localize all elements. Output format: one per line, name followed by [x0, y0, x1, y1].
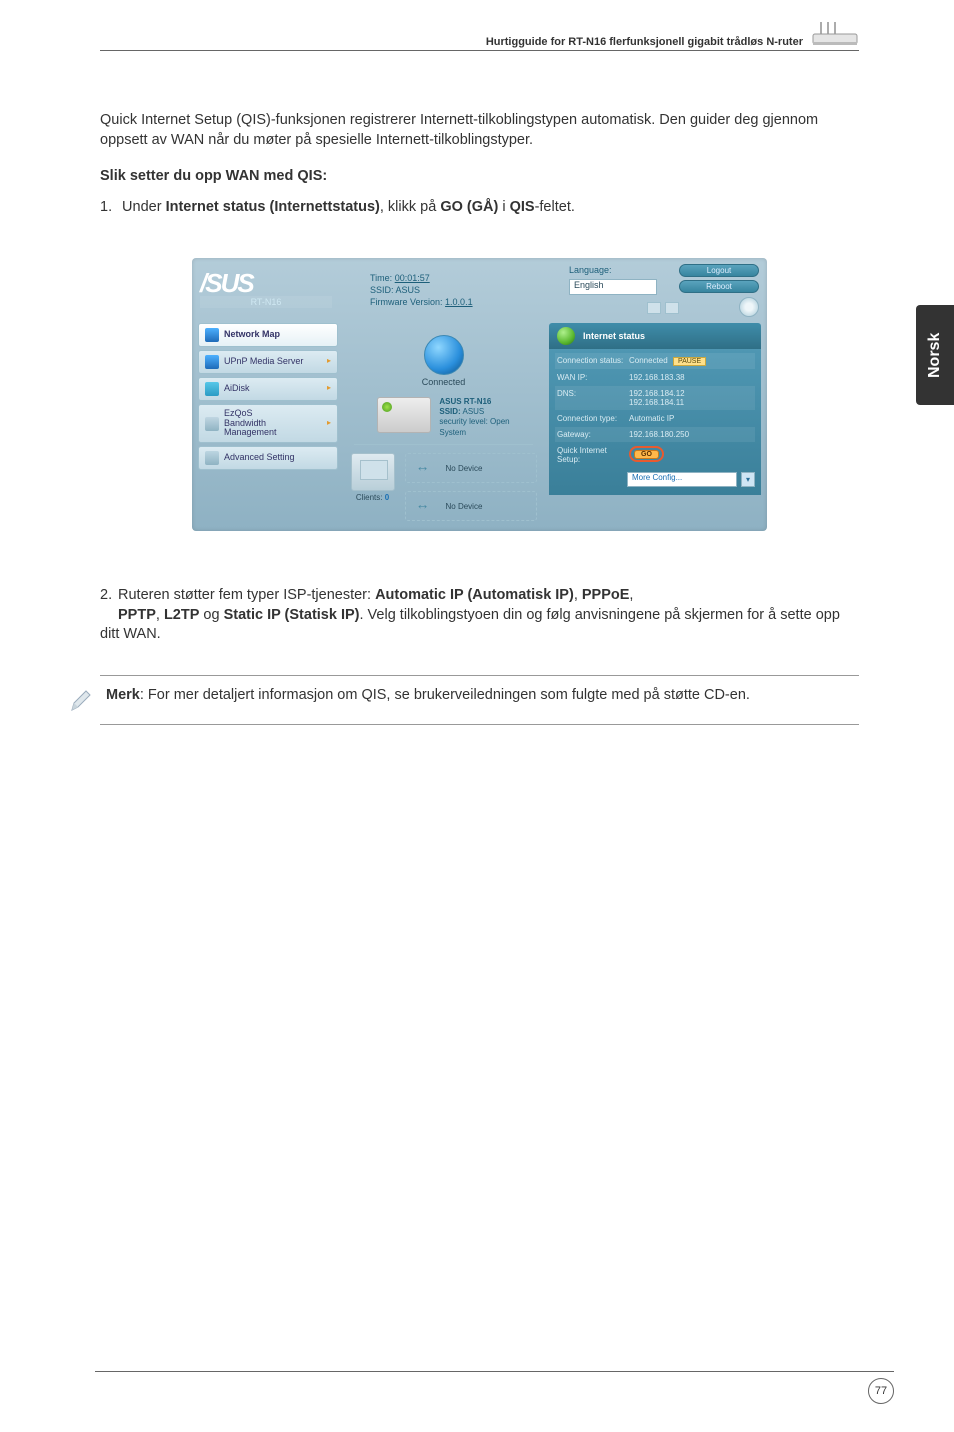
page-footer: 77 — [95, 1371, 894, 1404]
router-icon — [811, 20, 859, 48]
intro-paragraph: Quick Internet Setup (QIS)-funksjonen re… — [100, 111, 859, 150]
bandwidth-icon — [205, 417, 219, 431]
globe-icon — [739, 297, 759, 317]
sidebar-item-label: UPnP Media Server — [224, 357, 303, 367]
router-image-icon — [377, 397, 431, 433]
status-globe-icon — [557, 327, 575, 345]
logo-block: /SUS RT-N16 — [200, 273, 360, 308]
weather-icons — [647, 302, 679, 314]
more-config-select[interactable]: More Config... — [627, 472, 737, 487]
router-spec: ASUS RT-N16 SSID: ASUS security level: O… — [439, 397, 509, 439]
center-panel: Connected ASUS RT-N16 SSID: ASUS securit… — [344, 323, 543, 522]
sidebar-item-aidisk[interactable]: AiDisk ▸ — [198, 377, 338, 401]
firmware-link[interactable]: 1.0.0.1 — [445, 297, 473, 307]
go-highlight-circle: GO — [629, 446, 664, 462]
router-ui-screenshot: /SUS RT-N16 Time: 00:01:57 SSID: ASUS Fi… — [192, 258, 767, 532]
panel-title: Internet status — [583, 331, 645, 341]
asus-logo: /SUS — [200, 273, 360, 294]
sidebar-item-advanced[interactable]: Advanced Setting — [198, 446, 338, 470]
logout-button[interactable]: Logout — [679, 264, 759, 277]
advanced-icon — [205, 451, 219, 465]
internet-status-panel: Internet status Connection status: Conne… — [549, 323, 761, 522]
sidebar-item-label: EzQoS Bandwidth Management — [224, 409, 277, 439]
upnp-icon — [205, 355, 219, 369]
uptime-link[interactable]: 00:01:57 — [395, 273, 430, 283]
sidebar-item-label: Network Map — [224, 330, 280, 340]
network-map-icon — [205, 328, 219, 342]
device-slot-1: No Device — [405, 453, 537, 483]
sidebar-item-ezqos[interactable]: EzQoS Bandwidth Management ▸ — [198, 404, 338, 444]
step-1: 1. Under Internet status (Internettstatu… — [100, 198, 859, 218]
side-language-tab: Norsk — [916, 305, 954, 405]
device-arrows-icon — [416, 498, 438, 514]
internet-globe-icon — [424, 335, 464, 375]
sidebar-item-label: Advanced Setting — [224, 453, 295, 463]
chevron-right-icon: ▸ — [327, 384, 331, 393]
aidisk-icon — [205, 382, 219, 396]
chevron-right-icon: ▸ — [327, 419, 331, 428]
pause-button[interactable]: PAUSE — [673, 357, 706, 366]
note-box: Merk: For mer detaljert informasjon om Q… — [100, 675, 859, 725]
device-arrows-icon — [416, 460, 438, 476]
sidebar-item-network-map[interactable]: Network Map — [198, 323, 338, 347]
chevron-right-icon: ▸ — [327, 357, 331, 366]
step-2: 2.Ruteren støtter fem typer ISP-tjeneste… — [100, 586, 859, 645]
top-info: Time: 00:01:57 SSID: ASUS Firmware Versi… — [370, 272, 559, 308]
page-header: Hurtigguide for RT-N16 flerfunksjonell g… — [100, 20, 859, 51]
language-label: Language: — [569, 265, 612, 275]
header-title: Hurtigguide for RT-N16 flerfunksjonell g… — [486, 36, 803, 48]
language-select[interactable]: English — [569, 279, 657, 295]
sidebar: Network Map UPnP Media Server ▸ AiDisk ▸… — [198, 323, 338, 522]
reboot-button[interactable]: Reboot — [679, 280, 759, 293]
sidebar-item-label: AiDisk — [224, 384, 250, 394]
section-heading: Slik setter du opp WAN med QIS: — [100, 168, 859, 184]
note-pencil-icon — [68, 688, 94, 714]
connection-status-text: Connected — [422, 377, 466, 387]
page-number: 77 — [868, 1378, 894, 1404]
clients-icon — [351, 453, 395, 491]
clients-count: Clients: 0 — [351, 493, 395, 502]
go-button[interactable]: GO — [634, 450, 659, 459]
sidebar-item-upnp[interactable]: UPnP Media Server ▸ — [198, 350, 338, 374]
device-slot-2: No Device — [405, 491, 537, 521]
chevron-down-icon[interactable]: ▾ — [741, 472, 755, 487]
